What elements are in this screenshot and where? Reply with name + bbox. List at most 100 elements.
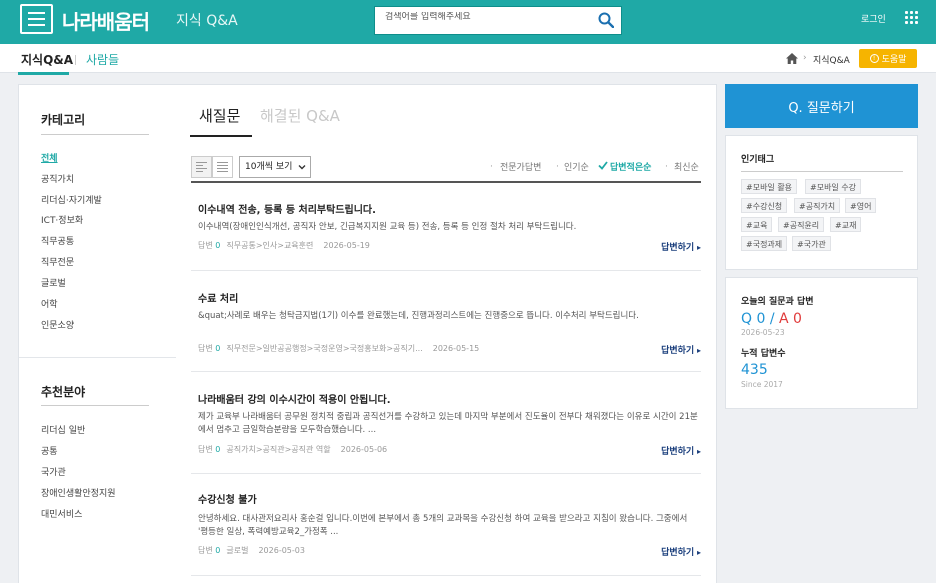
apps-grid-icon[interactable] xyxy=(905,11,918,24)
chevron-down-icon xyxy=(298,165,306,170)
question-title[interactable]: 수강신청 불가 xyxy=(198,491,257,506)
category-item[interactable]: 직무전문 xyxy=(41,255,74,268)
question-meta: 답변 0 공직가치>공직관>공직관 역할 2026-05-06 xyxy=(198,445,388,454)
question-meta: 답변 0 직무공통>인사>교육훈련 2026-05-19 xyxy=(198,241,370,250)
question-body: 제가 교육부 나라배움터 공무원 정치적 중립과 공직선거를 수강하고 있는데 … xyxy=(198,412,698,435)
question-category: 직무전문>일반공공행정>국정운영>국정홍보화>공직기... xyxy=(226,344,423,353)
question-date: 2026-05-19 xyxy=(323,241,370,250)
tag-chip[interactable]: #영어 xyxy=(845,198,877,213)
question-row: 나라배움터 강의 이수시간이 적용이 안됩니다. 제가 교육부 나라배움터 공무… xyxy=(191,372,701,474)
question-date: 2026-05-03 xyxy=(258,546,305,555)
recommend-title: 추천분야 xyxy=(41,385,86,399)
sort-latest[interactable]: 최신순 xyxy=(674,160,699,173)
check-icon xyxy=(598,161,608,170)
question-row: 이수내역 전송, 등록 등 처리부탁드립니다. 이수내역(장애인인식개선, 공직… xyxy=(191,183,701,271)
sort-popular[interactable]: 인기순 xyxy=(564,160,589,173)
tag-chip[interactable]: #교재 xyxy=(830,217,862,232)
top-bar: 나라배움터 지식 Q&A 로그인 xyxy=(0,0,936,44)
help-button[interactable]: ! 도움말 xyxy=(859,49,917,68)
home-icon[interactable] xyxy=(786,53,798,64)
category-item-all[interactable]: 전체 xyxy=(41,151,58,164)
recommend-item[interactable]: 국가관 xyxy=(41,465,66,478)
tab-people[interactable]: 사람들 xyxy=(86,51,119,68)
answer-count: 0 xyxy=(215,344,221,353)
answer-button[interactable]: 답변하기 xyxy=(661,240,701,253)
recommend-item[interactable]: 장애인생활안정지원 xyxy=(41,486,116,499)
category-item[interactable]: 공직가치 xyxy=(41,172,74,185)
category-rule xyxy=(41,134,149,135)
help-label: 도움말 xyxy=(881,55,907,65)
answer-button[interactable]: 답변하기 xyxy=(661,545,701,558)
answer-count: 0 xyxy=(215,445,221,454)
tag-chip[interactable]: #공직윤리 xyxy=(778,217,825,232)
section-title: 지식 Q&A xyxy=(176,13,238,29)
breadcrumb-current[interactable]: 지식Q&A xyxy=(813,53,850,66)
tab-knowledge-qa[interactable]: 지식Q&A xyxy=(17,51,73,75)
question-title[interactable]: 수료 처리 xyxy=(198,290,238,305)
category-item[interactable]: 인문소양 xyxy=(41,318,74,331)
question-date: 2026-05-15 xyxy=(432,344,480,353)
tags-title: 인기태그 xyxy=(741,155,775,165)
popular-tags-panel: 인기태그 #모바일 활용 #모바일 수강 #수강신청 #공직가치 #영어 #교육… xyxy=(725,135,918,270)
question-title[interactable]: 나라배움터 강의 이수시간이 적용이 안됩니다. xyxy=(198,391,391,406)
tag-chip[interactable]: #수강신청 xyxy=(741,198,788,213)
category-item[interactable]: ICT·정보화 xyxy=(41,213,83,226)
today-answers: A 0 xyxy=(779,311,802,327)
total-label: 누적 답변수 xyxy=(741,349,786,359)
question-row: 수료 처리 &quat;사례로 배우는 청탁금지법(1기) 이수를 완료했는데,… xyxy=(191,271,701,372)
category-item[interactable]: 어학 xyxy=(41,297,58,310)
question-category: 직무공통>인사>교육훈련 xyxy=(226,241,314,250)
answer-button[interactable]: 답변하기 xyxy=(661,343,701,356)
menu-button[interactable] xyxy=(20,4,53,34)
category-item[interactable]: 글로벌 xyxy=(41,276,66,289)
main-panel: 카테고리 전체 공직가치 리더십·자기계발 ICT·정보화 직무공통 직무전문 … xyxy=(18,84,717,583)
category-item[interactable]: 직무공통 xyxy=(41,234,74,247)
per-page-select[interactable]: 10개씩 보기 xyxy=(239,156,311,178)
tab-resolved-qa[interactable]: 해결된 Q&A xyxy=(260,105,340,126)
per-page-value: 10개씩 보기 xyxy=(245,162,293,172)
answer-button[interactable]: 답변하기 xyxy=(661,444,701,457)
sub-navigation: 지식Q&A 사람들 › 지식Q&A ! 도움말 xyxy=(0,44,936,75)
tag-chip[interactable]: #모바일 수강 xyxy=(805,179,862,194)
question-date: 2026-05-06 xyxy=(340,445,388,454)
search-icon[interactable] xyxy=(598,12,614,28)
question-title[interactable]: 이수내역 전송, 등록 등 처리부탁드립니다. xyxy=(198,201,376,216)
recommend-rule xyxy=(41,405,149,406)
since-label: Since 2017 xyxy=(741,380,783,389)
tab-divider xyxy=(75,55,76,65)
chevron-right-icon: › xyxy=(803,53,807,63)
tag-chip[interactable]: #모바일 활용 xyxy=(741,179,798,194)
list-view-compact-button[interactable] xyxy=(212,156,233,178)
qa-stats-panel: 오늘의 질문과 답변 Q 0 / A 0 2026-05-23 누적 답변수 4… xyxy=(725,277,918,409)
tag-chip[interactable]: #공직가치 xyxy=(794,198,841,213)
lightbulb-icon: ! xyxy=(869,54,879,63)
site-logo[interactable]: 나라배움터 xyxy=(62,6,150,35)
tag-chip[interactable]: #국정과제 xyxy=(741,236,788,251)
recommend-item[interactable]: 대민서비스 xyxy=(41,507,82,520)
answer-count: 0 xyxy=(215,546,221,555)
question-body: 안녕하세요. 대사관저요리사 홍순걸 입니다.이번에 본부에서 총 5개의 교과… xyxy=(198,514,688,537)
question-body: &quat;사례로 배우는 청탁금지법(1기) 이수를 완료했는데, 진행과정리… xyxy=(198,311,639,321)
today-date: 2026-05-23 xyxy=(741,328,785,337)
search-input[interactable] xyxy=(385,12,585,22)
active-tab-underline xyxy=(190,135,252,137)
tag-chip[interactable]: #교육 xyxy=(741,217,773,232)
recommend-item[interactable]: 공통 xyxy=(41,444,58,457)
sort-expert[interactable]: 전문가답변 xyxy=(500,160,541,173)
question-row: 수강신청 불가 안녕하세요. 대사관저요리사 홍순걸 입니다.이번에 본부에서 … xyxy=(191,474,701,576)
total-answers: 435 xyxy=(741,362,768,378)
today-label: 오늘의 질문과 답변 xyxy=(741,297,814,307)
ask-question-button[interactable]: Q. 질문하기 xyxy=(725,84,918,128)
today-counts: Q 0 / A 0 xyxy=(741,311,802,327)
question-meta: 답변 0 글로벌 2026-05-03 xyxy=(198,546,305,555)
question-meta: 답변 0 직무전문>일반공공행정>국정운영>국정홍보화>공직기... 2026-05… xyxy=(198,344,480,353)
recommend-item[interactable]: 리더십 일반 xyxy=(41,423,85,436)
question-body: 이수내역(장애인인식개선, 공직자 안보, 긴급복지지원 교육 등) 전송, 등… xyxy=(198,222,577,232)
category-item[interactable]: 리더십·자기계발 xyxy=(41,193,102,206)
login-link[interactable]: 로그인 xyxy=(861,12,886,25)
today-questions: Q 0 xyxy=(741,311,766,327)
tag-chip[interactable]: #국가관 xyxy=(792,236,831,251)
list-view-detailed-button[interactable] xyxy=(191,156,212,178)
tab-new-questions[interactable]: 새질문 xyxy=(199,105,240,126)
sort-fewest-answers[interactable]: 답변적은순 xyxy=(610,160,651,173)
